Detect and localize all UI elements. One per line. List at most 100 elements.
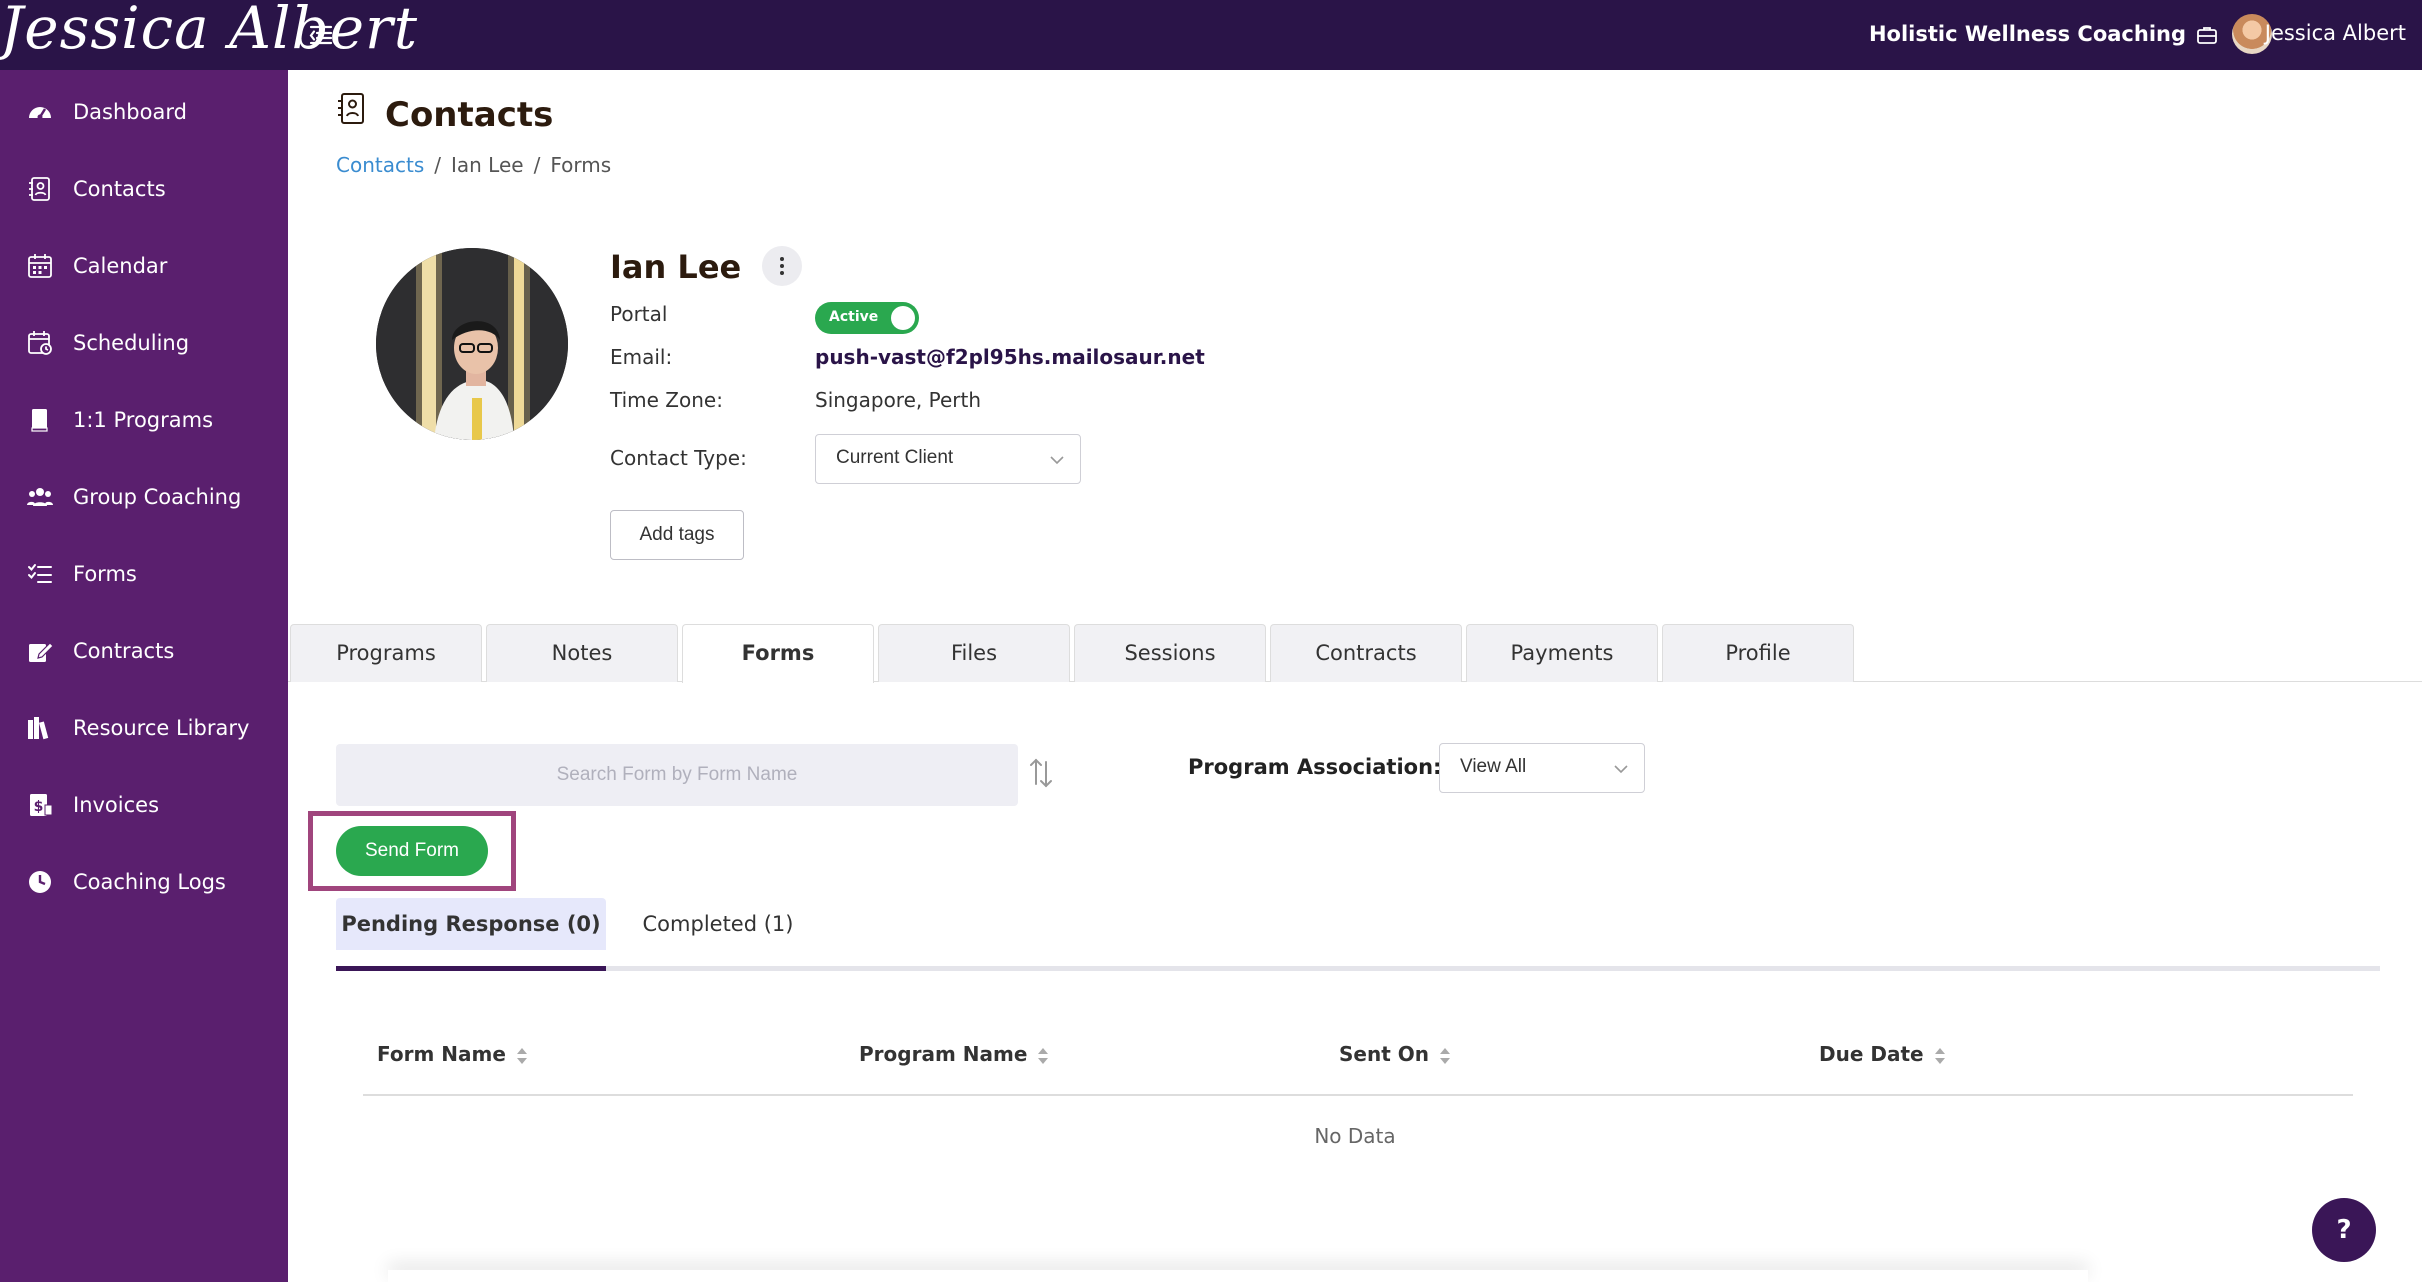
sidebar-item-label: 1:1 Programs [73,408,214,432]
calendar-icon [26,252,54,280]
library-books-icon [26,714,54,742]
contact-type-select[interactable]: Current Client [815,434,1081,484]
contact-avatar [376,248,568,440]
main-content: Contacts Contacts / Ian Lee / Forms Ian Lee [288,70,2422,1282]
program-association-label: Program Association: [1188,755,1442,779]
tab-programs[interactable]: Programs [290,624,482,682]
tab-files[interactable]: Files [878,624,1070,682]
sidebar-item-label: Resource Library [73,716,250,740]
sort-arrows-icon [1934,1046,1946,1066]
sidebar-item-label: Coaching Logs [73,870,226,894]
timezone-value: Singapore, Perth [815,388,982,412]
toggle-knob [891,306,915,330]
sidebar-item-group-coaching[interactable]: Group Coaching [0,469,288,527]
column-header-sent-on[interactable]: Sent On [1339,1042,1451,1066]
breadcrumb-separator: / [434,153,441,177]
contact-type-value: Current Client [836,447,954,468]
sidebar-item-contacts[interactable]: Contacts [0,161,288,219]
email-value[interactable]: push-vast@f2pl95hs.mailosaur.net [815,345,1205,369]
empty-table-message: No Data [1314,1124,1396,1148]
subtab-rail [336,966,2380,971]
sidebar-item-label: Forms [73,562,137,586]
user-name[interactable]: Jessica Albert [2265,21,2406,45]
breadcrumb-contact-name: Ian Lee [450,153,524,177]
search-forms-input[interactable] [336,744,1018,806]
clock-icon [26,868,54,896]
group-users-icon [26,483,54,511]
help-button[interactable]: ? [2312,1198,2376,1262]
contacts-book-icon [26,175,54,203]
tab-profile[interactable]: Profile [1662,624,1854,682]
sidebar-item-scheduling[interactable]: Scheduling [0,315,288,373]
program-association-select[interactable]: View All [1439,743,1645,793]
sidebar-item-label: Calendar [73,254,168,278]
book-icon [26,406,54,434]
sidebar: Dashboard Contacts Calendar Scheduling 1… [0,70,288,1282]
sidebar-item-programs[interactable]: 1:1 Programs [0,392,288,450]
contact-name: Ian Lee [610,248,742,286]
sidebar-item-label: Scheduling [73,331,190,355]
send-form-button[interactable]: Send Form [336,826,488,876]
tab-payments[interactable]: Payments [1466,624,1658,682]
portal-status-text: Active [829,309,879,325]
contacts-book-icon [336,92,366,126]
pen-signature-icon [26,637,54,665]
svg-text:$: $ [34,799,44,815]
subtab-pending-response[interactable]: Pending Response (0) [336,898,606,950]
tab-contracts[interactable]: Contracts [1270,624,1462,682]
table-header-divider [363,1094,2353,1096]
column-header-due-date[interactable]: Due Date [1819,1042,1946,1066]
sort-arrows-icon [1439,1046,1451,1066]
column-label: Sent On [1339,1042,1429,1066]
column-header-program-name[interactable]: Program Name [859,1042,1049,1066]
tab-notes[interactable]: Notes [486,624,678,682]
sidebar-item-label: Contacts [73,177,166,201]
invoice-dollar-icon: $ [26,791,54,819]
top-bar: Jessica Albert Holistic Wellness Coachin… [0,0,2422,70]
dashboard-gauge-icon [26,98,54,126]
sort-arrows-icon [516,1046,528,1066]
sort-arrows-icon [1037,1046,1049,1066]
sidebar-item-label: Dashboard [73,100,187,124]
sidebar-item-invoices[interactable]: $ Invoices [0,777,288,835]
breadcrumb-contacts-link[interactable]: Contacts [336,153,424,177]
timezone-label: Time Zone: [610,388,723,412]
column-label: Form Name [377,1042,506,1066]
column-header-form-name[interactable]: Form Name [377,1042,528,1066]
brand-logo[interactable]: Jessica Albert [0,0,418,62]
footer-shadow [388,1270,2088,1282]
more-options-button[interactable] [762,246,802,286]
portal-status-toggle[interactable]: Active [815,302,919,334]
contact-type-label: Contact Type: [610,446,747,470]
tab-forms[interactable]: Forms [682,624,874,683]
sidebar-item-label: Invoices [73,793,160,817]
sidebar-item-calendar[interactable]: Calendar [0,238,288,296]
sort-icon[interactable] [1028,756,1054,790]
breadcrumb-current: Forms [550,153,612,177]
chevron-down-icon [1048,451,1066,469]
portal-label: Portal [610,302,668,326]
program-association-value: View All [1460,756,1527,777]
column-label: Program Name [859,1042,1028,1066]
page-title: Contacts [385,95,554,135]
tab-sessions[interactable]: Sessions [1074,624,1266,682]
add-tags-button[interactable]: Add tags [610,510,744,560]
organization-name[interactable]: Holistic Wellness Coaching [1869,22,2186,46]
breadcrumb: Contacts / Ian Lee / Forms [336,153,611,177]
subtab-completed[interactable]: Completed (1) [618,898,818,950]
sidebar-item-forms[interactable]: Forms [0,546,288,604]
chevron-down-icon [1612,760,1630,778]
checklist-icon [26,560,54,588]
column-label: Due Date [1819,1042,1924,1066]
app-root: Jessica Albert Holistic Wellness Coachin… [0,0,2422,1282]
sidebar-item-label: Contracts [73,639,175,663]
sidebar-item-contracts[interactable]: Contracts [0,623,288,681]
sidebar-item-resource-library[interactable]: Resource Library [0,700,288,758]
briefcase-icon[interactable] [2196,24,2218,46]
breadcrumb-separator: / [533,153,541,177]
menu-toggle-icon[interactable] [308,22,334,48]
sidebar-item-coaching-logs[interactable]: Coaching Logs [0,854,288,912]
sidebar-item-dashboard[interactable]: Dashboard [0,84,288,142]
sidebar-item-label: Group Coaching [73,485,242,509]
subtab-active-indicator [336,966,606,971]
